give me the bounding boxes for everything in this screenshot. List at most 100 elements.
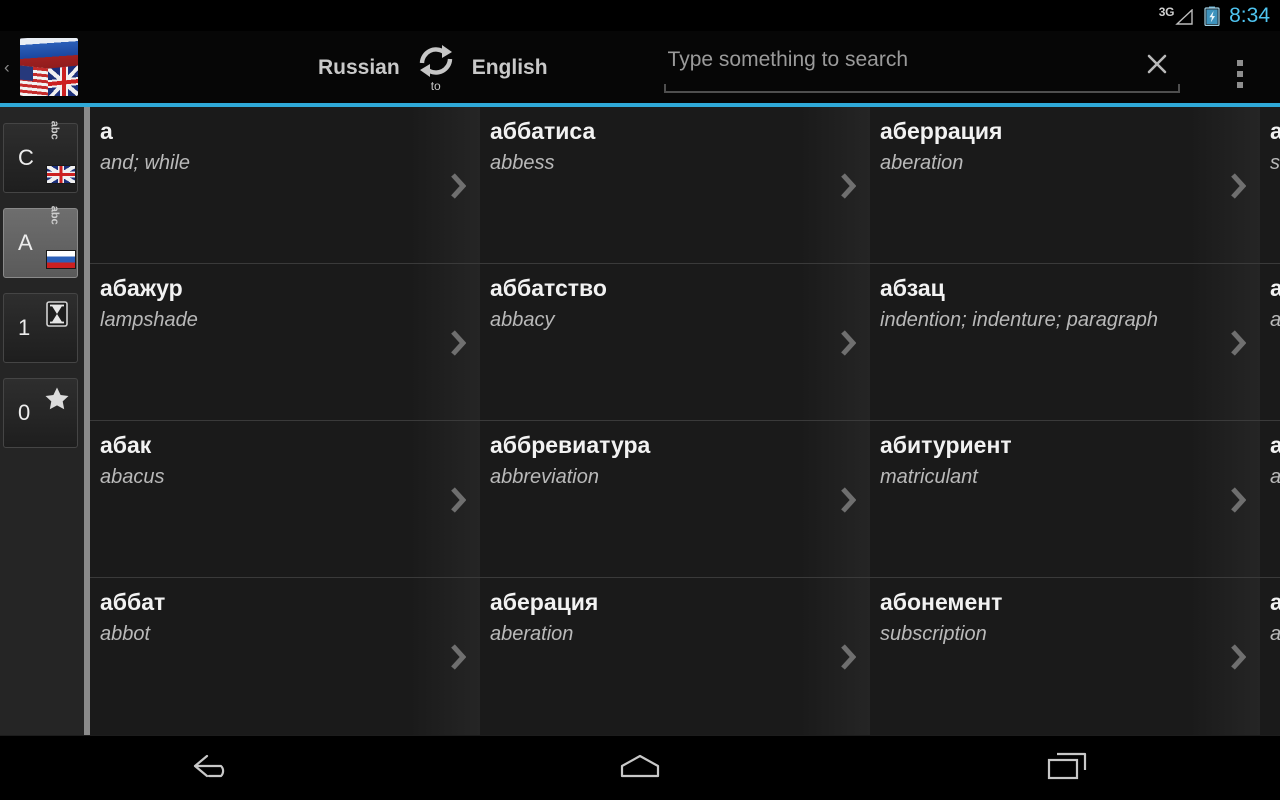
- dictionary-entry[interactable]: а a: [1260, 578, 1280, 735]
- swap-to-label: to: [430, 78, 441, 93]
- russian-flag-icon: [46, 250, 76, 269]
- abc-label: abc: [48, 205, 61, 225]
- dictionary-entry[interactable]: абажур lampshade: [90, 264, 480, 420]
- dictionary-entry[interactable]: а a: [1260, 421, 1280, 577]
- entry-word: а: [1270, 432, 1280, 458]
- entry-word: аббатиса: [490, 118, 596, 144]
- entry-translation: s: [1270, 151, 1280, 174]
- entry-word: абитуриент: [880, 432, 1012, 458]
- search-container: [663, 41, 1180, 93]
- sidebar-tab-label: C: [18, 145, 34, 170]
- entry-word: а: [1270, 275, 1280, 301]
- dictionary-entry[interactable]: аббатство abbacy: [480, 264, 870, 420]
- dictionary-entry[interactable]: абак abacus: [90, 421, 480, 577]
- app-flags-icon: [20, 38, 78, 96]
- dictionary-entry-grid: а and; while аббатиса abbess аберрация a…: [90, 107, 1280, 735]
- network-type-label: 3G: [1158, 4, 1175, 19]
- dictionary-entry[interactable]: аббатиса abbess: [480, 107, 870, 263]
- chevron-right-icon[interactable]: [1230, 173, 1247, 199]
- dictionary-entry[interactable]: а and; while: [90, 107, 480, 263]
- sidebar-tab-favorites[interactable]: 0: [3, 378, 78, 448]
- hourglass-history-icon: [43, 300, 71, 328]
- entry-translation: aberation: [880, 151, 964, 174]
- dictionary-entry[interactable]: абзац indention; indenture; paragraph: [870, 264, 1260, 420]
- sidebar-tab-label: 1: [18, 315, 31, 340]
- dictionary-entry[interactable]: абонемент subscription: [870, 578, 1260, 735]
- chevron-right-icon[interactable]: [1230, 644, 1247, 670]
- entry-word: аберрация: [880, 118, 1003, 144]
- entry-translation: abacus: [100, 465, 165, 488]
- search-underline: [663, 84, 1180, 93]
- chevron-right-icon[interactable]: [1230, 330, 1247, 356]
- table-row: а and; while аббатиса abbess аберрация a…: [90, 107, 1280, 264]
- overflow-menu-icon[interactable]: [1226, 57, 1254, 91]
- entry-word: абзац: [880, 275, 945, 301]
- back-arrow-icon[interactable]: [191, 751, 235, 786]
- chevron-right-icon[interactable]: [1230, 487, 1247, 513]
- entry-translation: and; while: [100, 151, 191, 174]
- sidebar-tab-russian-dictionary[interactable]: A abc: [3, 205, 78, 278]
- entry-word: а: [100, 118, 113, 144]
- entry-translation: subscription: [880, 622, 987, 645]
- chevron-right-icon[interactable]: [450, 330, 467, 356]
- entry-word: аббат: [100, 589, 166, 615]
- dictionary-entry[interactable]: абитуриент matriculant: [870, 421, 1260, 577]
- entry-word: а: [1270, 589, 1280, 615]
- entry-translation: abbot: [100, 622, 151, 645]
- entry-word: аберация: [490, 589, 599, 615]
- content-area: C abc A abc 1 0 а and; while аббатиса ab…: [0, 107, 1280, 735]
- battery-charging-icon: [1204, 6, 1220, 26]
- source-language-label[interactable]: Russian: [318, 57, 400, 78]
- dictionary-entry[interactable]: аббревиатура abbreviation: [480, 421, 870, 577]
- sidebar-tab-history[interactable]: 1: [3, 293, 78, 363]
- clock-label: 8:34: [1229, 4, 1270, 27]
- recent-apps-icon[interactable]: [1045, 750, 1089, 787]
- entry-translation: a: [1270, 307, 1280, 333]
- table-row: абажур lampshade аббатство abbacy абзац …: [90, 264, 1280, 421]
- chevron-right-icon[interactable]: [450, 487, 467, 513]
- chevron-right-icon[interactable]: [840, 173, 857, 199]
- table-row: абак abacus аббревиатура abbreviation аб…: [90, 421, 1280, 578]
- signal-3g-icon: [1175, 7, 1193, 25]
- home-icon[interactable]: [616, 751, 664, 786]
- up-caret-icon[interactable]: ‹: [4, 59, 10, 76]
- entry-word: а: [1270, 118, 1280, 144]
- target-language-label[interactable]: English: [472, 57, 548, 78]
- recent-apps-button[interactable]: [853, 736, 1280, 800]
- dictionary-entry[interactable]: а s: [1260, 107, 1280, 263]
- dictionary-entry[interactable]: аббат abbot: [90, 578, 480, 735]
- entry-word: абак: [100, 432, 152, 458]
- chevron-right-icon[interactable]: [840, 487, 857, 513]
- entry-translation: abbess: [490, 151, 555, 174]
- dictionary-entry[interactable]: аберрация aberation: [870, 107, 1260, 263]
- entry-translation: indention; indenture; paragraph: [880, 308, 1158, 331]
- entry-translation: aberation: [490, 622, 574, 645]
- chevron-right-icon[interactable]: [840, 644, 857, 670]
- chevron-right-icon[interactable]: [450, 644, 467, 670]
- chevron-right-icon[interactable]: [840, 330, 857, 356]
- entry-translation: abbacy: [490, 308, 555, 331]
- dictionary-entry[interactable]: аберация aberation: [480, 578, 870, 735]
- android-screen: 3G 8:34 ‹ Russian to English Type someth…: [0, 0, 1280, 800]
- status-bar: 3G 8:34: [0, 0, 1280, 31]
- sidebar-tab-english-dictionary[interactable]: C abc: [3, 121, 78, 193]
- home-button[interactable]: [427, 736, 854, 800]
- clear-x-icon[interactable]: [1142, 49, 1172, 79]
- entry-word: абажур: [100, 275, 183, 301]
- table-row: аббат abbot аберация aberation абонемент…: [90, 578, 1280, 735]
- star-favorites-icon: [43, 385, 71, 413]
- entry-translation: lampshade: [100, 308, 198, 331]
- chevron-right-icon[interactable]: [450, 173, 467, 199]
- entry-word: аббревиатура: [490, 432, 651, 458]
- language-switcher[interactable]: Russian to English: [318, 43, 548, 92]
- search-input[interactable]: [663, 41, 1180, 87]
- entry-translation: a: [1270, 621, 1280, 647]
- dictionary-entry[interactable]: а a: [1260, 264, 1280, 420]
- entry-word: аббатство: [490, 275, 607, 301]
- app-home-button[interactable]: ‹: [0, 31, 86, 103]
- sidebar-tabs: C abc A abc 1 0: [0, 107, 84, 735]
- swap-languages-button[interactable]: to: [404, 43, 468, 92]
- entry-word: абонемент: [880, 589, 1003, 615]
- back-button[interactable]: [0, 736, 427, 800]
- swap-languages-icon[interactable]: [414, 43, 458, 79]
